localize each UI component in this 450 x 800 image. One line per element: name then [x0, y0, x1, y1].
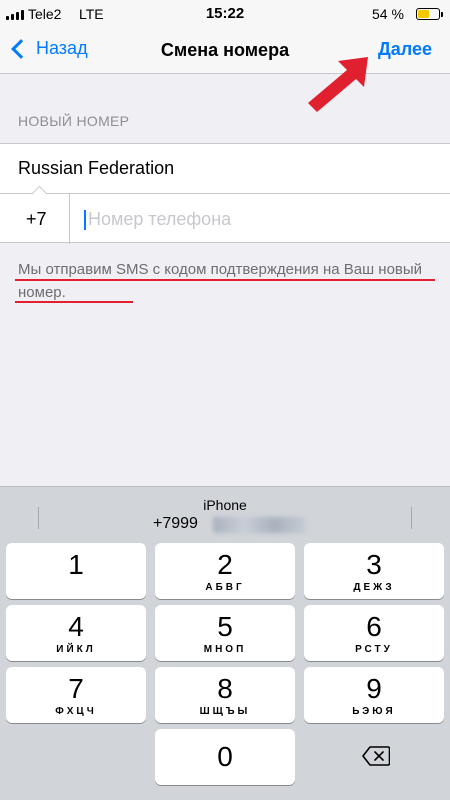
backspace-key[interactable]: [304, 728, 444, 784]
annotation-arrow-icon: [308, 57, 368, 112]
section-header: НОВЫЙ НОМЕР: [18, 113, 130, 129]
divider: [69, 194, 70, 244]
phone-number-input[interactable]: Номер телефона: [84, 194, 434, 244]
annotation-underline: [15, 301, 133, 303]
country-code-field[interactable]: +7: [0, 194, 70, 244]
key-4[interactable]: 4 ИЙКЛ: [6, 605, 146, 661]
backspace-icon: [362, 746, 390, 766]
country-label: Russian Federation: [18, 158, 175, 178]
key-7[interactable]: 7 ФХЦЧ: [6, 667, 146, 723]
key-2[interactable]: 2 АБВГ: [155, 543, 295, 599]
next-button[interactable]: Далее: [378, 39, 432, 60]
blurred-number-redaction: [213, 517, 305, 533]
key-3[interactable]: 3 ДЕЖЗ: [304, 543, 444, 599]
country-selector[interactable]: Russian Federation: [0, 144, 450, 194]
suggestion-number: +7999: [153, 515, 198, 532]
status-bar: Tele2 LTE 15:22 54 %: [0, 0, 450, 28]
key-0[interactable]: 0: [155, 729, 295, 785]
key-8[interactable]: 8 ШЩЪЫ: [155, 667, 295, 723]
annotation-underline: [15, 279, 435, 281]
battery-percent: 54 %: [372, 6, 404, 22]
battery-icon: [416, 8, 443, 20]
navigation-bar: Назад Смена номера Далее: [0, 28, 450, 74]
key-5[interactable]: 5 МНОП: [155, 605, 295, 661]
suggestion-title: iPhone: [203, 497, 247, 513]
key-9[interactable]: 9 ЬЭЮЯ: [304, 667, 444, 723]
key-6[interactable]: 6 РСТУ: [304, 605, 444, 661]
phone-form-group: Russian Federation +7 Номер телефона: [0, 143, 450, 244]
phone-number-placeholder: Номер телефона: [88, 209, 232, 229]
key-1[interactable]: 1: [6, 543, 146, 599]
text-caret: [84, 210, 86, 230]
autofill-suggestion[interactable]: iPhone +7999: [0, 487, 450, 539]
sms-hint-text: Мы отправим SMS с кодом подтверждения на…: [18, 261, 423, 301]
